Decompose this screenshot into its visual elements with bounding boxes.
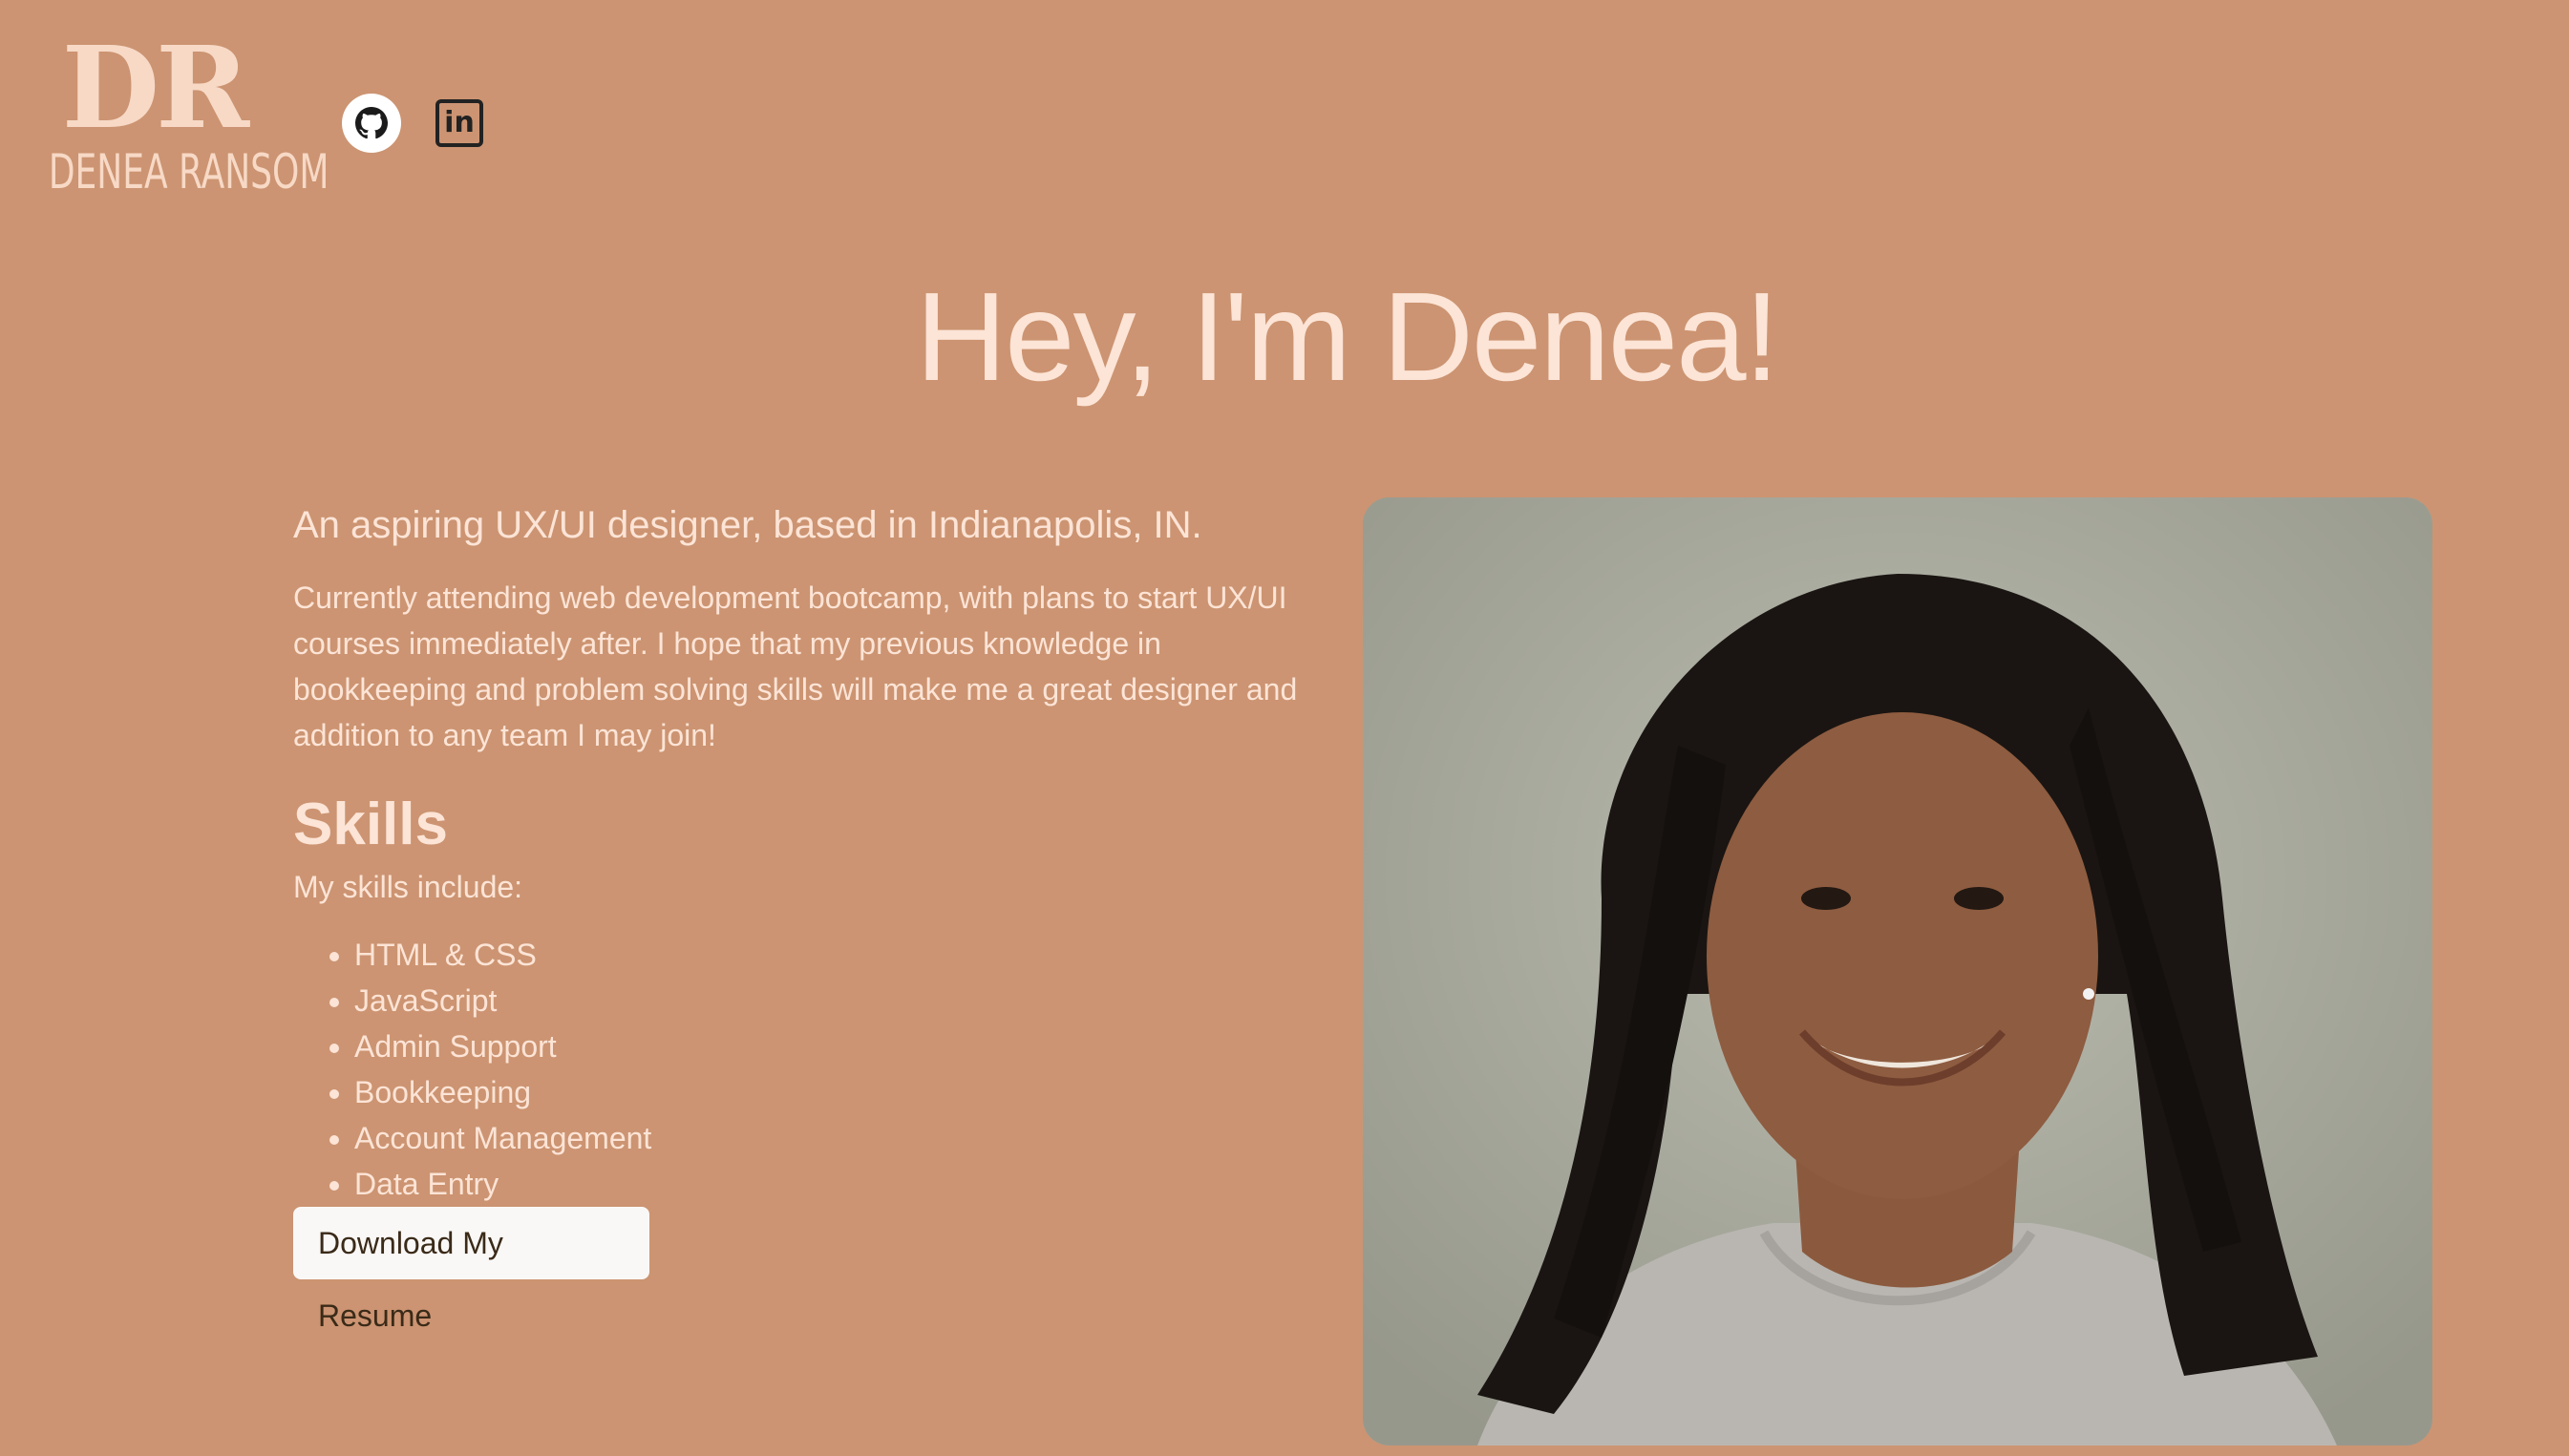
skills-list: HTML & CSS JavaScript Admin Support Book… (293, 932, 1325, 1207)
intro-section: An aspiring UX/UI designer, based in Ind… (293, 496, 1325, 1333)
logo-name: DENEA RANSOM (48, 144, 329, 200)
skills-heading: Skills (293, 791, 448, 857)
skill-item: JavaScript (354, 978, 1325, 1023)
skill-item: HTML & CSS (354, 932, 1325, 978)
github-icon (355, 107, 388, 139)
skill-item: Account Management (354, 1115, 1325, 1161)
logo-monogram: DR (61, 21, 249, 154)
github-link[interactable] (342, 94, 401, 153)
bio-text: Currently attending web development boot… (293, 580, 1298, 752)
skills-intro: My skills include: (293, 870, 523, 904)
profile-photo (1363, 497, 2432, 1445)
skill-item: Admin Support (354, 1023, 1325, 1069)
profile-photo-illustration (1363, 497, 2432, 1445)
download-resume-button[interactable]: Download My Resume (293, 1207, 649, 1333)
skill-item: Data Entry (354, 1161, 1325, 1207)
page-title: Hey, I'm Denea! (915, 266, 1779, 407)
linkedin-icon: in (444, 106, 475, 139)
logo[interactable]: DR DENEA RANSOM (8, 21, 329, 206)
tagline: An aspiring UX/UI designer, based in Ind… (293, 504, 1202, 546)
linkedin-link[interactable]: in (435, 99, 483, 147)
page: DR DENEA RANSOM in Hey, I'm Denea! An as… (0, 0, 2569, 1456)
skill-item: Bookkeeping (354, 1069, 1325, 1115)
